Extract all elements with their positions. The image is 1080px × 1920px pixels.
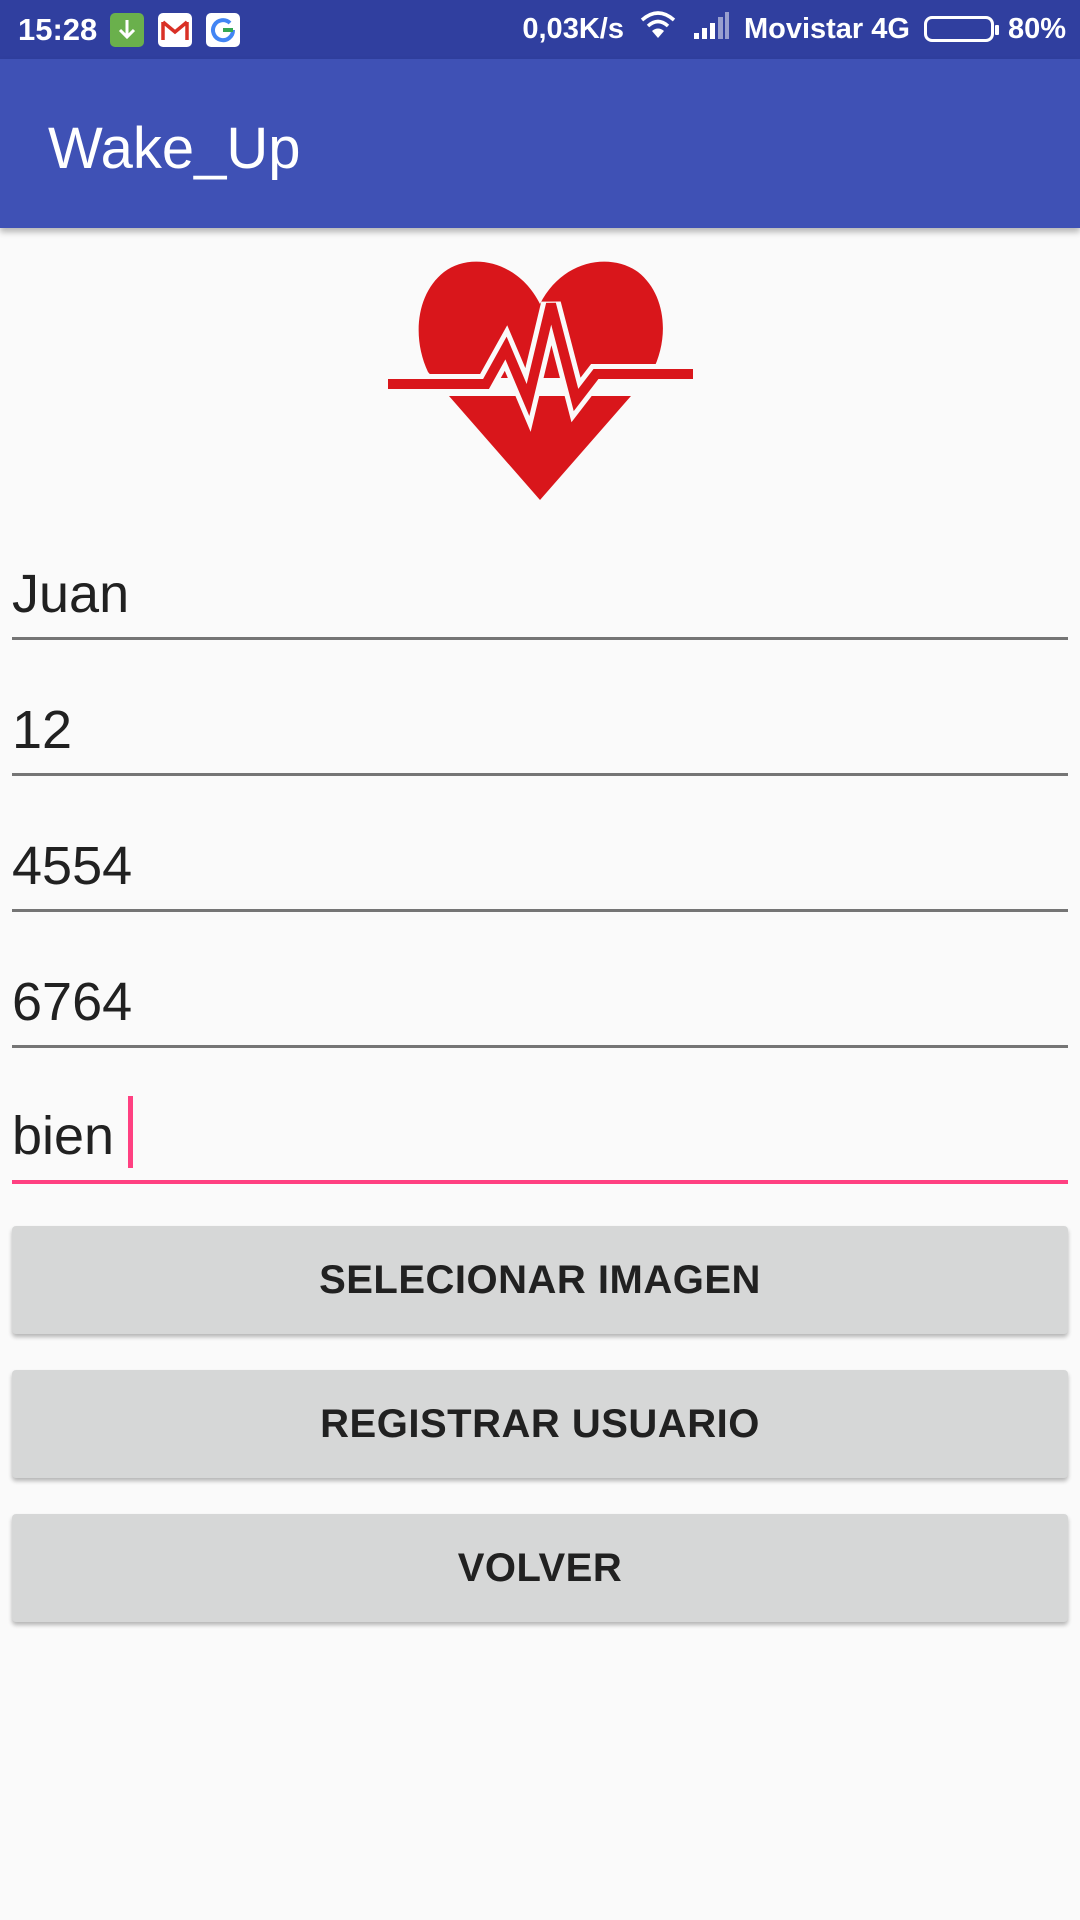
age-field[interactable]: 12: [12, 676, 1068, 776]
download-icon: [110, 13, 144, 47]
status-field[interactable]: bien: [12, 1084, 1068, 1184]
status-right: 0,03K/s Movistar 4G 80%: [522, 10, 1066, 48]
signal-icon: [692, 11, 730, 47]
status-time: 15:28: [18, 12, 98, 47]
battery-icon: [923, 16, 999, 42]
google-icon: [206, 13, 240, 47]
text-cursor: [128, 1096, 134, 1168]
status-bar: 15:28 0,03K/s Movistar 4G 80%: [0, 0, 1080, 59]
carrier-label: Movistar 4G: [743, 12, 910, 45]
select-image-button[interactable]: SELECIONAR IMAGEN: [12, 1226, 1068, 1334]
status-value: bien: [12, 1106, 115, 1166]
net-speed: 0,03K/s: [522, 12, 624, 45]
age-value: 12: [12, 700, 73, 760]
field-3[interactable]: 4554: [12, 812, 1068, 912]
app-title: Wake_Up: [48, 116, 301, 181]
field-3-value: 4554: [12, 836, 133, 896]
wifi-icon: [638, 9, 678, 49]
back-button[interactable]: VOLVER: [12, 1514, 1068, 1622]
status-value-wrap: bien: [12, 1096, 134, 1168]
name-value: Juan: [12, 564, 130, 624]
name-field[interactable]: Juan: [12, 540, 1068, 640]
gmail-icon: [158, 13, 192, 47]
app-bar: Wake_Up: [0, 59, 1080, 228]
battery-percent: 80%: [1007, 12, 1066, 45]
field-4[interactable]: 6764: [12, 948, 1068, 1048]
field-4-value: 6764: [12, 972, 133, 1032]
register-user-button[interactable]: REGISTRAR USUARIO: [12, 1370, 1068, 1478]
heart-pulse-icon: [388, 250, 693, 505]
